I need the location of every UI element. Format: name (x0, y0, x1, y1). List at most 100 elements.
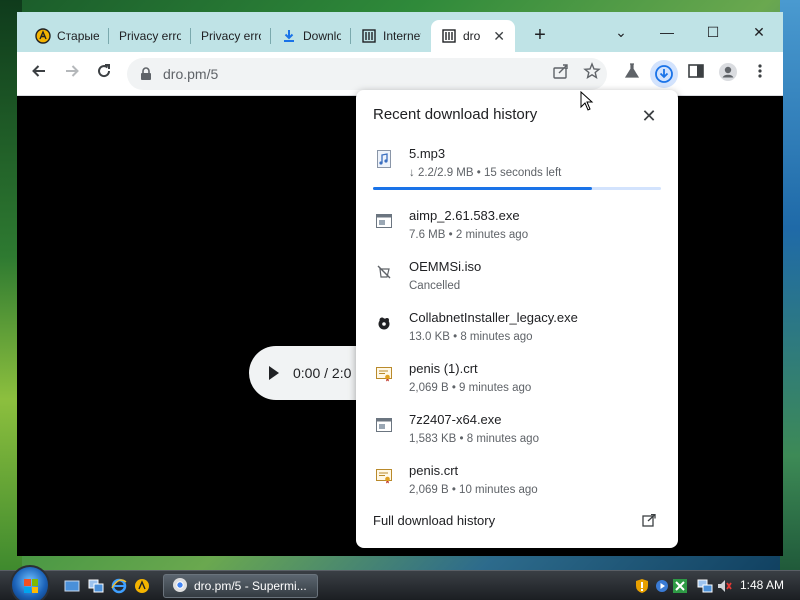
tab-3[interactable]: Downlo (271, 20, 351, 52)
reload-icon (98, 64, 111, 78)
back-button[interactable] (27, 62, 51, 86)
tab-2[interactable]: Privacy error (191, 20, 271, 52)
new-tab-button[interactable]: + (529, 25, 551, 47)
windows-logo-icon (24, 579, 38, 593)
download-progress-fill (373, 187, 592, 190)
exe-file-icon (376, 212, 392, 230)
download-item[interactable]: 5.mp3 ↓ 2.2/2.9 MB • 15 seconds left (356, 142, 678, 192)
app-tray-icon[interactable] (672, 578, 688, 594)
tab-label: Internet (383, 29, 421, 43)
archive-icon (361, 28, 377, 44)
aimp-icon (35, 28, 51, 44)
download-item[interactable]: penis.crt 2,069 B • 10 minutes ago (356, 459, 678, 509)
share-button[interactable] (549, 62, 573, 86)
internet-explorer-icon[interactable] (111, 578, 127, 594)
download-filename: penis (1).crt (409, 361, 478, 376)
tab-label: Privacy error (119, 29, 181, 43)
flask-icon (624, 63, 640, 78)
certificate-file-icon (376, 365, 392, 383)
menu-button[interactable] (748, 62, 772, 86)
download-progress-icon (655, 65, 673, 83)
side-panel-button[interactable] (684, 62, 708, 86)
download-filename: CollabnetInstaller_legacy.exe (409, 310, 578, 325)
volume-muted-icon[interactable] (716, 578, 732, 594)
forward-button[interactable] (60, 62, 84, 86)
avatar-icon (719, 63, 737, 81)
download-bubble: Recent download history ✕ 5.mp3 ↓ 2.2/2.… (356, 90, 678, 548)
address-bar[interactable]: dro.pm/5 (127, 58, 607, 90)
download-filename: 7z2407-x64.exe (409, 412, 502, 427)
download-item[interactable]: OEMMSi.iso Cancelled (356, 255, 678, 305)
tab-close-icon[interactable]: ✕ (493, 28, 505, 45)
bookmark-button[interactable] (580, 62, 604, 86)
download-filename: OEMMSi.iso (409, 259, 482, 274)
minimize-button[interactable]: — (647, 20, 687, 44)
download-bubble-title: Recent download history (373, 106, 538, 123)
kebab-menu-icon (758, 64, 762, 78)
lock-icon[interactable] (139, 67, 153, 81)
desktop-wallpaper-right (780, 0, 800, 570)
system-clock: 1:48 AM (740, 578, 785, 592)
labs-button[interactable] (620, 62, 644, 86)
music-file-icon (376, 150, 392, 168)
download-bubble-close-button[interactable]: ✕ (640, 106, 658, 127)
certificate-file-icon (376, 467, 392, 485)
download-status: 2,069 B • 10 minutes ago (409, 484, 538, 496)
profile-button[interactable] (716, 62, 740, 86)
download-filename: 5.mp3 (409, 146, 446, 161)
side-panel-icon (688, 64, 704, 78)
tab-label: Privacy error (201, 29, 261, 43)
tab-search-chevron-icon[interactable]: ⌄ (601, 20, 641, 44)
aimp-icon[interactable] (134, 578, 150, 594)
share-icon (553, 64, 568, 79)
tab-label: Старые (57, 29, 99, 43)
download-status: 13.0 KB • 8 minutes ago (409, 331, 533, 343)
download-status: 7.6 MB • 2 minutes ago (409, 229, 529, 241)
network-icon[interactable] (697, 578, 713, 594)
download-status: 1,583 KB • 8 minutes ago (409, 433, 539, 445)
download-filename: penis.crt (409, 463, 459, 478)
tab-active[interactable]: dro ✕ (431, 20, 515, 52)
taskbar: dro.pm/5 - Supermi... 1:48 AM (0, 565, 800, 600)
download-item[interactable]: penis (1).crt 2,069 B • 9 minutes ago (356, 357, 678, 407)
tab-strip: Старые Privacy error Privacy error Downl… (17, 12, 783, 52)
download-status: Cancelled (409, 280, 461, 292)
taskbar-browser-label: dro.pm/5 - Supermi... (194, 579, 307, 593)
show-desktop-icon[interactable] (64, 578, 80, 594)
tab-0[interactable]: Старые (25, 20, 109, 52)
download-item[interactable]: CollabnetInstaller_legacy.exe 13.0 KB • … (356, 306, 678, 356)
mouse-cursor-icon (580, 90, 594, 111)
play-icon[interactable] (269, 366, 279, 380)
download-status: ↓ 2.2/2.9 MB • 15 seconds left (409, 167, 562, 179)
download-icon (281, 28, 297, 44)
cancelled-file-icon (376, 263, 392, 281)
downloads-button[interactable] (650, 60, 678, 88)
tab-label: dro (463, 29, 481, 43)
full-download-history-link[interactable]: Full download history (373, 513, 495, 528)
switch-windows-icon[interactable] (88, 578, 104, 594)
download-item[interactable]: 7z2407-x64.exe 1,583 KB • 8 minutes ago (356, 408, 678, 458)
taskbar-browser-button[interactable]: dro.pm/5 - Supermi... (163, 574, 318, 598)
maximize-button[interactable]: ☐ (693, 20, 733, 44)
star-icon (583, 62, 601, 79)
close-window-button[interactable]: ✕ (739, 20, 779, 44)
exe-file-icon (376, 416, 392, 434)
back-arrow-icon (32, 65, 45, 77)
forward-arrow-icon (66, 65, 79, 77)
download-item[interactable]: aimp_2.61.583.exe 7.6 MB • 2 minutes ago (356, 204, 678, 254)
download-progress-bar (373, 187, 661, 190)
security-shield-icon[interactable] (634, 578, 650, 594)
open-external-icon[interactable] (642, 513, 656, 528)
reload-button[interactable] (92, 62, 116, 86)
archive-icon (441, 28, 457, 44)
tab-4[interactable]: Internet (351, 20, 431, 52)
player-time: 0:00 / 2:0 (293, 365, 352, 381)
media-player-tray-icon[interactable] (654, 578, 670, 594)
installer-file-icon (376, 314, 392, 332)
tab-1[interactable]: Privacy error (109, 20, 191, 52)
download-status: 2,069 B • 9 minutes ago (409, 382, 532, 394)
tab-label: Downlo (303, 29, 341, 43)
url-text: dro.pm/5 (163, 66, 219, 82)
start-button[interactable] (10, 565, 50, 600)
chrome-icon (172, 577, 188, 596)
